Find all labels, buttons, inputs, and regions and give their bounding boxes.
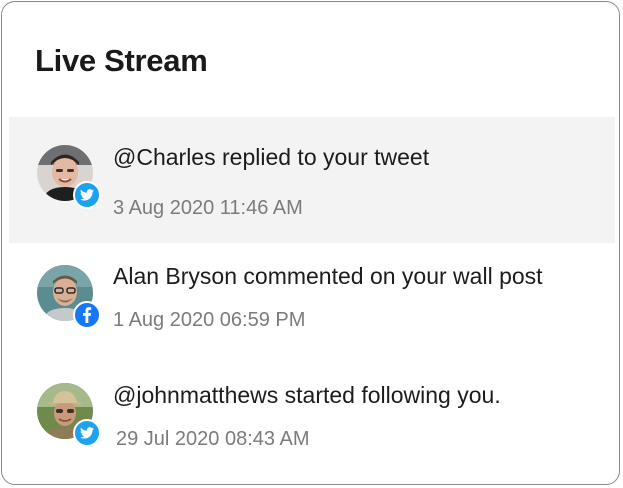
card-title: Live Stream xyxy=(35,43,208,78)
live-stream-card: Live Stream @Charles replied to your twe… xyxy=(1,1,620,485)
activity-text: Alan Bryson commented on your wall post xyxy=(113,263,543,289)
avatar-wrapper xyxy=(37,145,101,209)
timestamp: 29 Jul 2020 08:43 AM xyxy=(116,428,310,450)
activity-text: @johnmatthews started following you. xyxy=(113,382,501,408)
stream-item[interactable]: @Charles replied to your tweet 3 Aug 202… xyxy=(9,117,615,243)
avatar-wrapper xyxy=(37,265,101,329)
twitter-icon xyxy=(73,419,101,447)
avatar-wrapper xyxy=(37,383,101,447)
stream-item[interactable]: Alan Bryson commented on your wall post … xyxy=(9,243,615,361)
timestamp: 3 Aug 2020 11:46 AM xyxy=(113,197,303,219)
facebook-icon xyxy=(73,301,101,329)
twitter-icon xyxy=(73,181,101,209)
timestamp: 1 Aug 2020 06:59 PM xyxy=(113,309,306,331)
stream-item[interactable]: @johnmatthews started following you. 29 … xyxy=(9,361,615,481)
activity-text: @Charles replied to your tweet xyxy=(113,144,430,170)
